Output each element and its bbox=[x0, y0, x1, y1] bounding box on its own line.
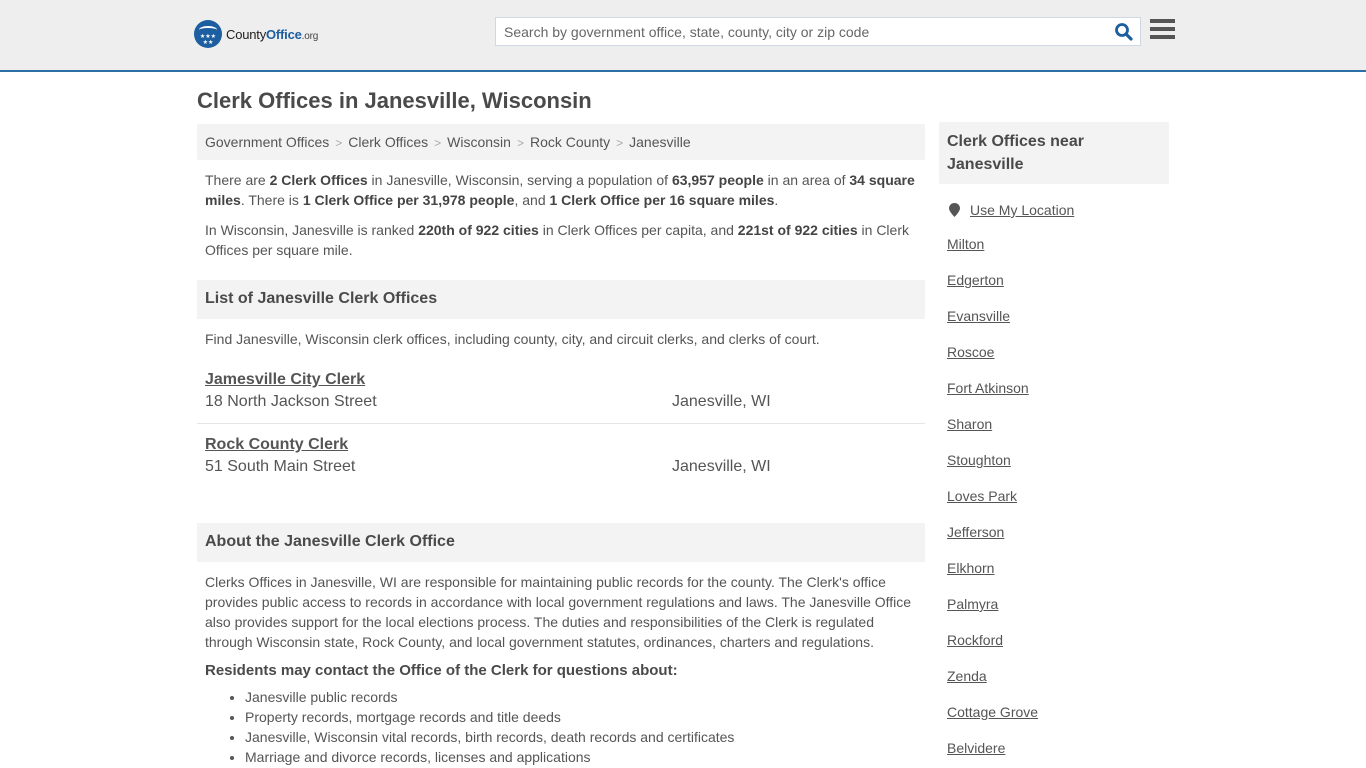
breadcrumb-wisconsin[interactable]: Wisconsin bbox=[447, 134, 511, 150]
nearby-city-link[interactable]: Milton bbox=[947, 236, 984, 252]
main-content: Government Offices > Clerk Offices > Wiscons… bbox=[197, 124, 925, 767]
topics-list: Janesville public records Property recor… bbox=[197, 687, 925, 767]
nearby-city-link[interactable]: Cottage Grove bbox=[947, 704, 1038, 720]
eagle-logo-icon: ★★★ ★★ bbox=[194, 20, 222, 48]
list-intro: Find Janesville, Wisconsin clerk offices… bbox=[205, 331, 820, 347]
use-my-location: Use My Location bbox=[939, 202, 1169, 218]
page-title: Clerk Offices in Janesville, Wisconsin bbox=[197, 88, 592, 113]
office-name-link[interactable]: Jamesville City Clerk bbox=[205, 371, 365, 389]
office-item: Jamesville City Clerk 18 North Jackson S… bbox=[197, 359, 925, 424]
breadcrumb-government-offices[interactable]: Government Offices bbox=[205, 134, 329, 150]
office-city: Janesville, WI bbox=[672, 393, 771, 410]
nearby-city-link[interactable]: Fort Atkinson bbox=[947, 380, 1029, 396]
topic-item: Janesville, Wisconsin vital records, bir… bbox=[245, 727, 925, 747]
office-name-link[interactable]: Rock County Clerk bbox=[205, 436, 348, 454]
topic-item: Property records, mortgage records and t… bbox=[245, 707, 925, 727]
breadcrumb-separator: > bbox=[335, 136, 343, 150]
breadcrumb-clerk-offices[interactable]: Clerk Offices bbox=[348, 134, 428, 150]
list-section-heading: List of Janesville Clerk Offices bbox=[197, 280, 925, 319]
summary-paragraph: There are 2 Clerk Offices in Janesville,… bbox=[205, 172, 915, 208]
office-address: 51 South Main Street bbox=[205, 458, 356, 475]
breadcrumb-janesville[interactable]: Janesville bbox=[629, 134, 690, 150]
office-address: 18 North Jackson Street bbox=[205, 393, 377, 410]
nearby-city-link[interactable]: Belvidere bbox=[947, 740, 1005, 756]
logo-text: CountyOffice.org bbox=[226, 26, 319, 42]
nearby-city-link[interactable]: Palmyra bbox=[947, 596, 998, 612]
about-text: Clerks Offices in Janesville, WI are res… bbox=[205, 574, 912, 650]
nearby-city-link[interactable]: Elkhorn bbox=[947, 560, 994, 576]
search-input[interactable] bbox=[496, 18, 1096, 45]
breadcrumb-separator: > bbox=[616, 136, 624, 150]
breadcrumb-separator: > bbox=[434, 136, 442, 150]
nearby-city-link[interactable]: Roscoe bbox=[947, 344, 994, 360]
about-section-heading: About the Janesville Clerk Office bbox=[197, 523, 925, 562]
office-city: Janesville, WI bbox=[672, 458, 771, 475]
use-my-location-link[interactable]: Use My Location bbox=[970, 202, 1074, 218]
site-header: ★★★ ★★ CountyOffice.org bbox=[0, 0, 1366, 72]
nearby-city-link[interactable]: Rockford bbox=[947, 632, 1003, 648]
breadcrumb: Government Offices > Clerk Offices > Wiscons… bbox=[197, 124, 925, 160]
nearby-city-link[interactable]: Evansville bbox=[947, 308, 1010, 324]
nearby-city-link[interactable]: Sharon bbox=[947, 416, 992, 432]
topic-item: Marriage and divorce records, licenses a… bbox=[245, 747, 925, 767]
office-list: Jamesville City Clerk 18 North Jackson S… bbox=[197, 359, 925, 489]
sidebar-heading: Clerk Offices near Janesville bbox=[939, 122, 1169, 184]
nearby-city-link[interactable]: Zenda bbox=[947, 668, 987, 684]
breadcrumb-rock-county[interactable]: Rock County bbox=[530, 134, 610, 150]
nearby-city-link[interactable]: Loves Park bbox=[947, 488, 1017, 504]
residents-heading: Residents may contact the Office of the … bbox=[205, 662, 678, 679]
hamburger-menu-icon[interactable] bbox=[1150, 19, 1175, 41]
nearby-city-link[interactable]: Stoughton bbox=[947, 452, 1011, 468]
nearby-cities-list: Milton Edgerton Evansville Roscoe Fort A… bbox=[939, 228, 1169, 768]
site-logo[interactable]: ★★★ ★★ CountyOffice.org bbox=[194, 20, 318, 48]
nearby-city-link[interactable]: Jefferson bbox=[947, 524, 1004, 540]
nearby-city-link[interactable]: Edgerton bbox=[947, 272, 1004, 288]
search-icon[interactable] bbox=[1114, 22, 1134, 42]
topic-item: Janesville public records bbox=[245, 687, 925, 707]
sidebar: Clerk Offices near Janesville Use My Loc… bbox=[939, 122, 1169, 768]
breadcrumb-separator: > bbox=[516, 136, 524, 150]
map-pin-icon bbox=[949, 203, 960, 217]
office-item: Rock County Clerk 51 South Main Street J… bbox=[197, 424, 925, 489]
ranking-paragraph: In Wisconsin, Janesville is ranked 220th… bbox=[205, 222, 909, 258]
search-box bbox=[495, 17, 1141, 46]
